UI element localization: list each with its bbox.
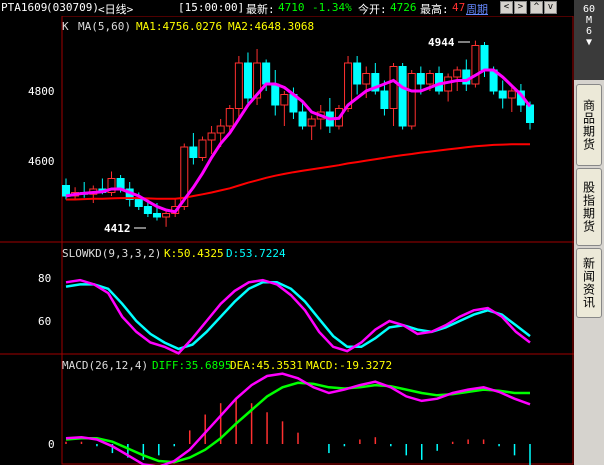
nav-up-button[interactable]: ^	[530, 1, 543, 14]
diff-value: DIFF:35.6895	[152, 359, 231, 372]
candle-body	[498, 90, 507, 99]
open-value: 4726	[390, 1, 417, 14]
candle-body	[234, 62, 243, 109]
kd-label: SLOWKD(9,3,3,2)	[62, 247, 161, 260]
ytick-kd-0: 80	[38, 272, 51, 285]
high-value: 47	[452, 1, 466, 14]
nav-left-button[interactable]: <	[500, 1, 513, 14]
period-label[interactable]: <日线>	[98, 1, 133, 17]
candle-body	[152, 213, 161, 218]
time-label: [15:00:00]	[178, 1, 245, 14]
candle-body	[353, 62, 362, 85]
symbol-label: PTA1609	[1, 1, 48, 14]
candle-body	[526, 104, 534, 123]
ma5-line	[65, 68, 532, 214]
candle-body	[453, 69, 462, 78]
candle-body	[225, 108, 234, 127]
change-value: -1.34%	[312, 1, 352, 14]
candle-body	[380, 90, 389, 109]
quote-header: PTA1609 (030709) <日线> [15:00:00] 最新: 471…	[0, 0, 574, 16]
candle-body	[189, 146, 198, 158]
candle-body	[407, 73, 416, 127]
candle-body	[198, 139, 207, 158]
ytick-kd-1: 60	[38, 315, 51, 328]
k-line	[65, 278, 531, 355]
candle-body	[362, 73, 371, 85]
candle-body	[116, 178, 125, 190]
nav-right-button[interactable]: >	[514, 1, 527, 14]
candle-body	[243, 62, 252, 99]
code-label: (030709)	[46, 1, 99, 14]
tab-commodity-futures[interactable]: 商品期货	[576, 84, 602, 166]
candle-body	[162, 213, 171, 218]
k-label: K	[62, 20, 69, 33]
candle-body	[271, 83, 280, 106]
history-link[interactable]: 周期	[466, 1, 488, 17]
open-label: 今开:	[358, 3, 387, 16]
candle-body	[134, 199, 143, 207]
candle-body	[280, 94, 289, 106]
low-annotation: 4412	[104, 222, 131, 235]
chart-area[interactable]: K MA(5,60) MA1:4756.0276 MA2:4648.3068 4…	[0, 16, 574, 465]
candle-body	[425, 73, 434, 85]
candle-body	[143, 206, 152, 214]
candle-body	[298, 111, 307, 127]
right-sidebar: 60 M 6 ▼ 商品期货 股指期货 新闻资讯	[574, 0, 604, 465]
ytick-main-1: 4600	[28, 155, 55, 168]
candle-body	[216, 125, 225, 134]
candle-body	[389, 66, 398, 109]
candle-body	[207, 132, 216, 141]
latest-value: 4710	[278, 1, 305, 14]
ma-label: MA(5,60)	[78, 20, 131, 33]
candle-body	[307, 118, 316, 127]
latest-label: 最新:	[246, 3, 275, 16]
candle-body	[507, 90, 516, 99]
tab-news[interactable]: 新闻资讯	[576, 248, 602, 318]
nav-down-button[interactable]: v	[544, 1, 557, 14]
ma1-label: MA1:4756.0276	[136, 20, 222, 33]
high-label: 最高:	[420, 3, 449, 16]
candle-body	[398, 66, 407, 127]
dea-value: DEA:45.3531	[230, 359, 303, 372]
macd-label: MACD(26,12,4)	[62, 359, 148, 372]
candle-body	[262, 62, 271, 85]
ytick-macd-0: 0	[48, 438, 55, 451]
candle-body	[480, 45, 489, 71]
dea-line	[65, 381, 530, 464]
macd-value: MACD:-19.3272	[306, 359, 392, 372]
k-value: K:50.4325	[164, 247, 224, 260]
tab-index-futures[interactable]: 股指期货	[576, 168, 602, 246]
ma60-line	[66, 143, 530, 201]
period-selector[interactable]: 60 M 6 ▼	[574, 0, 604, 80]
high-annotation: 4944	[428, 36, 455, 49]
ma2-label: MA2:4648.3068	[228, 20, 314, 33]
ytick-main-0: 4800	[28, 85, 55, 98]
d-value: D:53.7224	[226, 247, 286, 260]
candle-body	[416, 73, 425, 85]
